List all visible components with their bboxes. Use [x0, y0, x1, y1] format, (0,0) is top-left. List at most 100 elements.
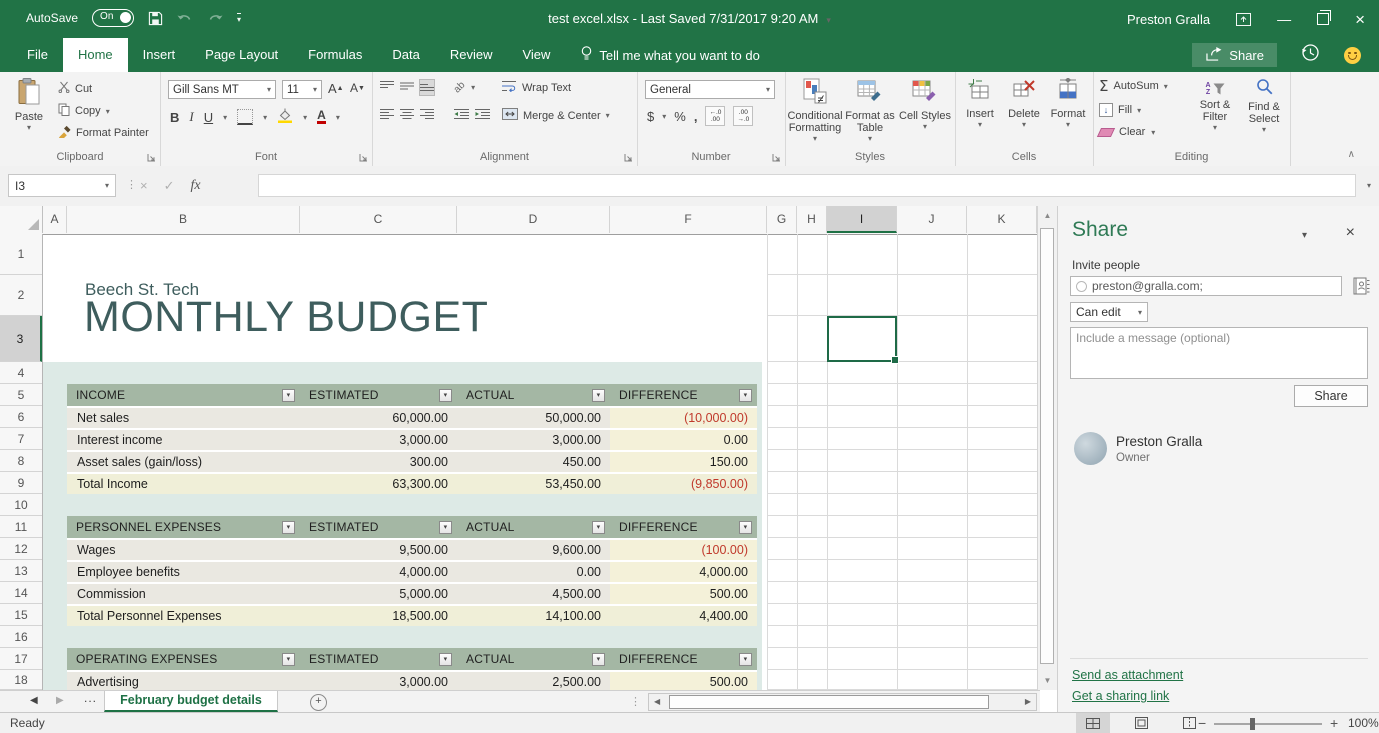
clear-button[interactable]: Clear ▾ [1099, 126, 1155, 138]
table-header-cell[interactable]: DIFFERENCE▾ [610, 516, 757, 538]
cell[interactable]: 4,000.00 [610, 562, 757, 582]
align-left-icon[interactable] [380, 108, 394, 123]
font-color-dropdown-icon[interactable]: ▾ [336, 113, 340, 122]
cell[interactable]: 3,000.00 [457, 430, 610, 450]
cell[interactable]: 2,500.00 [457, 672, 610, 690]
alignment-dialog-launcher-icon[interactable] [624, 153, 634, 163]
row-header-6[interactable]: 6 [0, 406, 42, 428]
ribbon-tab-data[interactable]: Data [377, 38, 434, 72]
underline-dropdown-icon[interactable]: ▾ [223, 113, 227, 122]
cell[interactable]: Total Income [67, 474, 300, 494]
table-header-cell[interactable]: DIFFERENCE▾ [610, 648, 757, 670]
cut-button[interactable]: Cut [58, 81, 92, 96]
font-size-combo[interactable]: 11▾ [282, 80, 322, 99]
row-header-5[interactable]: 5 [0, 384, 42, 406]
address-book-icon[interactable] [1352, 277, 1370, 300]
row-header-17[interactable]: 17 [0, 648, 42, 670]
cell[interactable]: 450.00 [457, 452, 610, 472]
orientation-icon[interactable]: ab [452, 80, 468, 96]
sheet-tab-active[interactable]: February budget details [104, 691, 278, 712]
row-header-18[interactable]: 18 [0, 670, 42, 690]
merge-center-button[interactable]: Merge & Center ▾ [502, 108, 610, 123]
percent-button[interactable]: % [674, 109, 686, 124]
more-sheets-ellipsis[interactable]: ... [84, 691, 97, 705]
row-header-16[interactable]: 16 [0, 626, 42, 648]
row-header-10[interactable]: 10 [0, 494, 42, 516]
cell[interactable]: 500.00 [610, 584, 757, 604]
zoom-percentage[interactable]: 100% [1348, 716, 1379, 730]
align-top-icon[interactable] [380, 80, 394, 95]
format-as-table-button[interactable]: Format as Table ▾ [843, 78, 897, 143]
insert-function-icon[interactable]: fx [191, 178, 201, 194]
cell[interactable]: 50,000.00 [457, 408, 610, 428]
sort-filter-button[interactable]: AZ Sort & Filter ▾ [1191, 78, 1239, 132]
table-header-cell[interactable]: PERSONNEL EXPENSES▾ [67, 516, 300, 538]
copy-button[interactable]: Copy ▾ [58, 103, 110, 119]
zoom-slider-thumb[interactable] [1250, 718, 1255, 730]
row-header-7[interactable]: 7 [0, 428, 42, 450]
row-header-1[interactable]: 1 [0, 234, 42, 275]
message-textarea[interactable] [1070, 327, 1368, 379]
ribbon-tab-formulas[interactable]: Formulas [293, 38, 377, 72]
undo-icon[interactable] [177, 12, 193, 24]
cell[interactable]: 500.00 [610, 672, 757, 690]
cell[interactable]: 0.00 [610, 430, 757, 450]
filter-button[interactable]: ▾ [439, 653, 452, 666]
row-header-8[interactable]: 8 [0, 450, 42, 472]
selected-cell-I3[interactable] [827, 316, 897, 362]
number-format-combo[interactable]: General▾ [645, 80, 775, 99]
minimize-button[interactable]: — [1277, 12, 1291, 26]
insert-cells-button[interactable]: Insert ▾ [959, 78, 1001, 129]
row-header-13[interactable]: 13 [0, 560, 42, 582]
align-middle-icon[interactable] [400, 80, 414, 95]
decrease-font-icon[interactable]: A▼ [350, 81, 365, 95]
cell[interactable]: Total Personnel Expenses [67, 606, 300, 626]
cell[interactable]: 14,100.00 [457, 606, 610, 626]
tell-me-box[interactable]: Tell me what you want to do [581, 38, 759, 72]
filter-button[interactable]: ▾ [282, 521, 295, 534]
cell[interactable]: Interest income [67, 430, 300, 450]
row-header-12[interactable]: 12 [0, 538, 42, 560]
column-header-D[interactable]: D [457, 206, 610, 233]
filter-button[interactable]: ▾ [592, 521, 605, 534]
restore-button[interactable] [1317, 13, 1329, 25]
ribbon-tab-page-layout[interactable]: Page Layout [190, 38, 293, 72]
cell[interactable]: Asset sales (gain/loss) [67, 452, 300, 472]
row-header-9[interactable]: 9 [0, 472, 42, 494]
row-header-14[interactable]: 14 [0, 582, 42, 604]
vertical-scrollbar[interactable]: ▲ ▼ [1037, 206, 1057, 690]
cell[interactable]: 3,000.00 [300, 672, 457, 690]
cell[interactable]: 0.00 [457, 562, 610, 582]
formula-input[interactable] [258, 174, 1356, 197]
number-dialog-launcher-icon[interactable] [772, 153, 782, 163]
align-center-icon[interactable] [400, 108, 414, 123]
cell[interactable]: 3,000.00 [300, 430, 457, 450]
prev-sheet-icon[interactable]: ◀ [30, 695, 38, 706]
cell[interactable]: 63,300.00 [300, 474, 457, 494]
table-header-cell[interactable]: ACTUAL▾ [457, 384, 610, 406]
name-box-dropdown-icon[interactable]: ▾ [105, 181, 109, 190]
expand-formula-bar-icon[interactable]: ▾ [1367, 181, 1371, 190]
enter-entry-icon[interactable]: ✓ [164, 178, 175, 194]
borders-icon[interactable] [237, 109, 253, 125]
row-header-4[interactable]: 4 [0, 362, 42, 384]
increase-indent-icon[interactable] [475, 108, 490, 123]
cell[interactable]: 18,500.00 [300, 606, 457, 626]
scroll-down-icon[interactable]: ▼ [1038, 676, 1057, 685]
scroll-left-icon[interactable]: ◀ [654, 697, 660, 706]
column-header-H[interactable]: H [797, 206, 827, 233]
invite-people-input[interactable]: preston@gralla.com; [1070, 276, 1342, 296]
filter-button[interactable]: ▾ [739, 521, 752, 534]
cell[interactable]: 5,000.00 [300, 584, 457, 604]
redo-icon[interactable] [207, 12, 223, 24]
cell[interactable]: Employee benefits [67, 562, 300, 582]
ribbon-tab-file[interactable]: File [12, 38, 63, 72]
wrap-text-button[interactable]: Wrap Text [502, 80, 571, 95]
cell[interactable]: (10,000.00) [610, 408, 757, 428]
find-select-button[interactable]: Find & Select ▾ [1241, 78, 1287, 134]
ribbon-tab-insert[interactable]: Insert [128, 38, 191, 72]
table-header-cell[interactable]: ESTIMATED▾ [300, 516, 457, 538]
cell[interactable]: 150.00 [610, 452, 757, 472]
filter-button[interactable]: ▾ [739, 389, 752, 402]
autosum-button[interactable]: Σ AutoSum ▾ [1099, 80, 1168, 92]
